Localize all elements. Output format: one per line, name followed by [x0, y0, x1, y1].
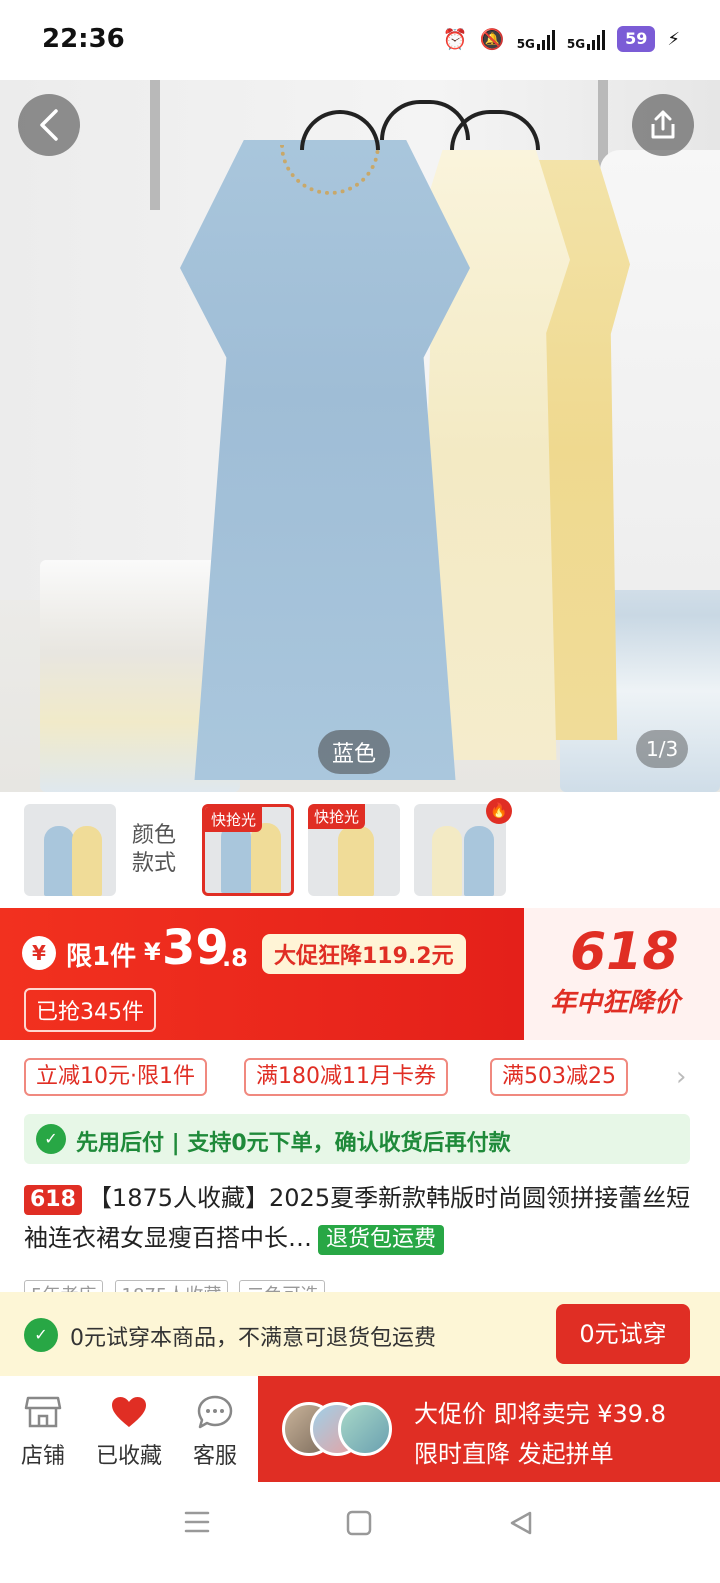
- group-buy-action-text: 限时直降 发起拼单: [414, 1440, 614, 1468]
- share-icon: [651, 110, 675, 139]
- battery-icon: 59: [617, 26, 656, 52]
- thumb-dress-cream: [432, 826, 462, 896]
- network-type-1: 5G: [516, 37, 535, 51]
- chevron-right-icon[interactable]: ›: [676, 1062, 686, 1092]
- alarm-icon: ⏰: [442, 27, 468, 51]
- thumb-dress-blue: [464, 826, 494, 896]
- shield-check-icon: ✓: [36, 1124, 66, 1154]
- price-banner: ¥ 限1件 ¥ 39 .8 大促狂降119.2元 已抢345件 618 年中狂降…: [0, 908, 720, 1040]
- signal-bars-icon: [536, 28, 555, 50]
- back-nav-icon[interactable]: [508, 1510, 534, 1536]
- purchase-limit: 限1件: [66, 942, 137, 972]
- clothing-rail: [150, 80, 160, 210]
- thumbnail-main[interactable]: [24, 804, 116, 896]
- free-return-tag: 退货包运费: [318, 1225, 445, 1255]
- thumb-dress-blue: [221, 823, 251, 893]
- group-buy-price-text: 大促价 即将卖完 ¥39.8: [414, 1400, 666, 1428]
- thumb-dress-blue: [44, 826, 74, 896]
- free-trial-text: 0元试穿本商品，不满意可退货包运费: [70, 1326, 436, 1351]
- system-navigation-bar: [0, 1482, 720, 1583]
- buyer-avatars: [282, 1402, 392, 1456]
- sold-count: 已抢345件: [24, 988, 156, 1032]
- price-section: ¥ 限1件 ¥ 39 .8 大促狂降119.2元 已抢345件: [0, 908, 524, 1040]
- network-type-2: 5G: [566, 37, 586, 51]
- thumb-dress-yellow: [251, 823, 281, 893]
- selected-color-label: 蓝色: [318, 730, 391, 774]
- coupon-row[interactable]: 立减10元·限1件 满180减11月卡券 满503减25 ›: [0, 1040, 720, 1112]
- group-buy-button[interactable]: 大促价 即将卖完 ¥39.8 限时直降 发起拼单: [258, 1376, 720, 1482]
- blue-dress-image: [180, 140, 470, 780]
- heart-icon: [112, 1397, 146, 1427]
- chevron-left-icon: [40, 109, 58, 141]
- bottom-action-bar: 店铺 已收藏 客服 大促价 即将卖完 ¥39.8 限时直降 发起拼单: [0, 1376, 720, 1482]
- price-currency: ¥: [144, 938, 161, 966]
- image-counter: 1/3: [636, 730, 689, 768]
- customer-service-button[interactable]: 客服: [176, 1392, 254, 1470]
- pay-later-banner[interactable]: ✓ 先用后付 | 支持0元下单，确认收货后再付款: [24, 1114, 690, 1164]
- store-icon: [24, 1396, 62, 1428]
- color-style-label: 颜色 款式: [132, 822, 176, 878]
- hot-icon: 🔥: [486, 798, 512, 824]
- menu-icon[interactable]: [184, 1510, 210, 1534]
- event-subtitle: 年中狂降价: [550, 988, 681, 1018]
- price-integer: 39: [162, 920, 229, 976]
- signal-2: 5G: [566, 28, 606, 51]
- shop-label: 店铺: [20, 1444, 65, 1469]
- avatar: [338, 1402, 392, 1456]
- favorite-button[interactable]: 已收藏: [90, 1392, 168, 1470]
- coupon-instant-discount[interactable]: 立减10元·限1件: [24, 1058, 207, 1096]
- mute-icon: 🔕: [479, 27, 505, 51]
- thumbnail-yellow[interactable]: 快抢光: [308, 804, 400, 896]
- shield-check-icon: ✓: [24, 1318, 58, 1352]
- white-dress-image: [600, 150, 720, 590]
- thumb-dress-yellow: [72, 826, 102, 896]
- event-618-banner: 618 年中狂降价: [524, 908, 720, 1040]
- pay-later-text: 先用后付 | 支持0元下单，确认收货后再付款: [76, 1131, 511, 1156]
- home-icon[interactable]: [346, 1510, 372, 1536]
- product-page: 22:36 ⏰ 🔕 5G 5G 59 ⚡ 蓝色 1/3 颜色 款式 快抢光 快抢…: [0, 0, 720, 1583]
- coupon-threshold[interactable]: 满503减25: [490, 1058, 628, 1096]
- free-trial-button[interactable]: 0元试穿: [556, 1304, 690, 1364]
- signal-1: 5G: [517, 28, 555, 50]
- product-title: 618 【1875人收藏】2025夏季新款韩版时尚圆领拼接蕾丝短袖连衣裙女显瘦百搭…: [24, 1178, 694, 1258]
- thumbnail-blue[interactable]: 快抢光: [202, 804, 294, 896]
- shop-button[interactable]: 店铺: [4, 1392, 82, 1470]
- color-style-text: 颜色 款式: [132, 823, 177, 876]
- low-stock-tag: 快抢光: [205, 807, 263, 832]
- product-image-carousel[interactable]: 蓝色 1/3: [0, 80, 720, 792]
- customer-service-label: 客服: [192, 1444, 237, 1469]
- status-icons: ⏰ 🔕 5G 5G 59 ⚡: [443, 26, 680, 52]
- status-bar: 22:36 ⏰ 🔕 5G 5G 59 ⚡: [0, 0, 720, 80]
- free-trial-bar: ✓ 0元试穿本商品，不满意可退货包运费 0元试穿: [0, 1292, 720, 1376]
- back-button[interactable]: [18, 94, 80, 156]
- charging-icon: ⚡: [667, 28, 680, 50]
- event-tag-618: 618: [24, 1185, 82, 1215]
- sku-thumbnails: 颜色 款式 快抢光 快抢光 🔥: [0, 792, 720, 908]
- promo-discount-badge: 大促狂降119.2元: [262, 934, 466, 974]
- thumb-dress-yellow: [338, 826, 374, 896]
- signal-bars-icon: [587, 28, 606, 50]
- price-decimal: .8: [222, 944, 248, 972]
- status-time: 22:36: [42, 24, 125, 54]
- event-618-logo: 618: [570, 922, 679, 982]
- favorite-label: 已收藏: [95, 1444, 162, 1469]
- yen-icon: ¥: [22, 936, 56, 970]
- low-stock-tag: 快抢光: [308, 804, 366, 829]
- chat-bubble-icon: [197, 1395, 233, 1429]
- coupon-monthly-card[interactable]: 满180减11月卡券: [244, 1058, 448, 1096]
- share-button[interactable]: [632, 94, 694, 156]
